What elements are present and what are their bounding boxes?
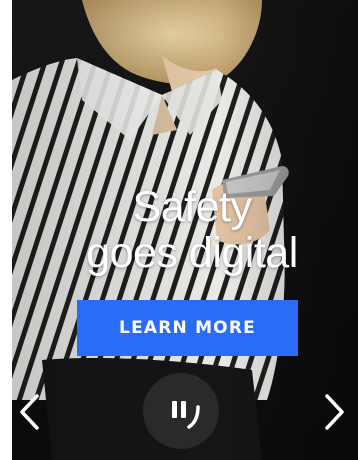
next-slide-button[interactable]	[314, 390, 354, 434]
previous-slide-button[interactable]	[10, 390, 50, 434]
pause-button[interactable]	[143, 373, 219, 449]
headline-line-2: goes digital	[86, 229, 298, 277]
learn-more-button[interactable]: LEARN MORE	[77, 300, 298, 356]
headline: Safety goes digital	[32, 184, 352, 276]
chevron-right-icon	[325, 394, 344, 430]
headline-line-1: Safety	[132, 183, 252, 231]
pause-icon	[172, 401, 200, 429]
chevron-left-icon	[20, 394, 39, 430]
